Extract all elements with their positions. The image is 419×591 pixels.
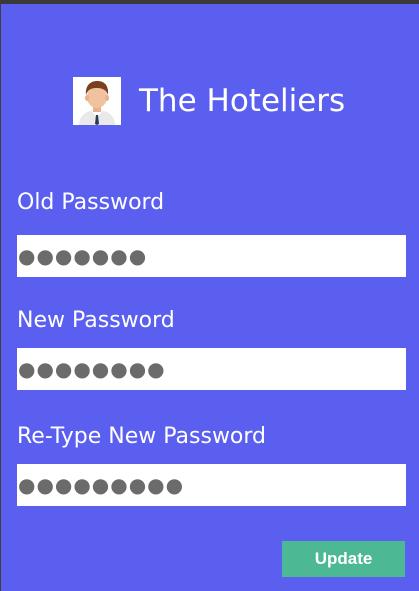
user-avatar-icon	[73, 77, 121, 125]
new-password-mask: ●●●●●●●●	[18, 357, 166, 381]
new-password-field[interactable]: ●●●●●●●●	[17, 348, 406, 390]
update-button[interactable]: Update	[282, 541, 405, 577]
retype-password-mask: ●●●●●●●●●	[18, 473, 185, 497]
new-password-label: New Password	[17, 308, 175, 333]
old-password-field[interactable]: ●●●●●●●	[17, 235, 406, 277]
old-password-mask: ●●●●●●●	[18, 244, 148, 268]
retype-password-field[interactable]: ●●●●●●●●●	[17, 464, 406, 506]
retype-password-label: Re-Type New Password	[17, 424, 267, 449]
app-header: The Hoteliers	[73, 76, 345, 126]
app-title: The Hoteliers	[139, 83, 346, 119]
change-password-window: The Hoteliers Old Password ●●●●●●● New P…	[0, 4, 419, 591]
old-password-label: Old Password	[17, 190, 165, 215]
